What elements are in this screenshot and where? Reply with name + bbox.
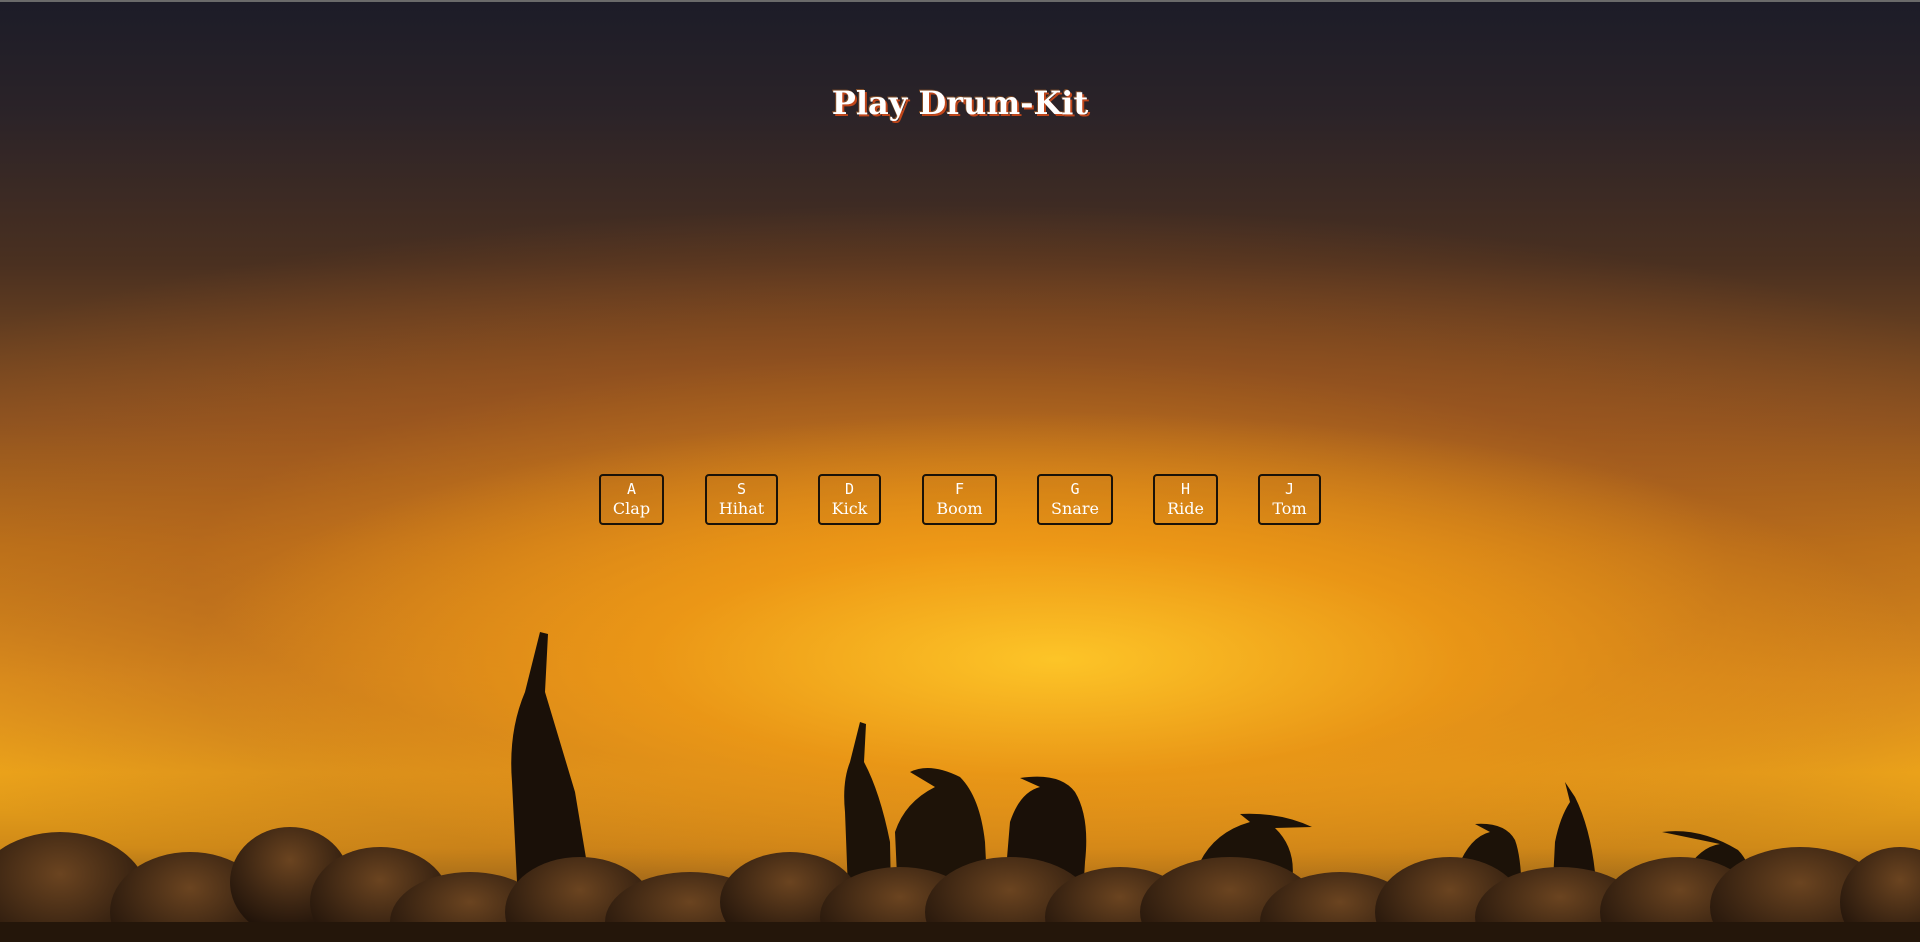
sound-label: Boom <box>936 499 983 518</box>
key-letter: S <box>736 480 747 498</box>
drum-key-snare[interactable]: G Snare <box>1037 474 1113 525</box>
sound-label: Tom <box>1272 499 1307 518</box>
drum-key-kick[interactable]: D Kick <box>818 474 881 525</box>
drum-key-boom[interactable]: F Boom <box>922 474 997 525</box>
key-letter: J <box>1284 480 1295 498</box>
page-title: Play Drum-Kit <box>831 84 1089 122</box>
key-letter: D <box>844 480 855 498</box>
sound-label: Hihat <box>718 499 765 518</box>
sound-label: Kick <box>831 499 868 518</box>
drum-key-clap[interactable]: A Clap <box>599 474 664 525</box>
drum-key-ride[interactable]: H Ride <box>1153 474 1218 525</box>
key-letter: A <box>626 480 637 498</box>
background-image <box>0 0 1920 942</box>
sound-label: Snare <box>1051 499 1099 518</box>
penguin-silhouettes-image <box>0 632 1920 942</box>
key-letter: G <box>1070 480 1080 498</box>
key-letter: F <box>954 480 965 498</box>
drum-key-tom[interactable]: J Tom <box>1258 474 1321 525</box>
drum-key-hihat[interactable]: S Hihat <box>705 474 778 525</box>
key-letter: H <box>1180 480 1191 498</box>
sound-label: Clap <box>612 499 651 518</box>
sound-label: Ride <box>1167 499 1204 518</box>
